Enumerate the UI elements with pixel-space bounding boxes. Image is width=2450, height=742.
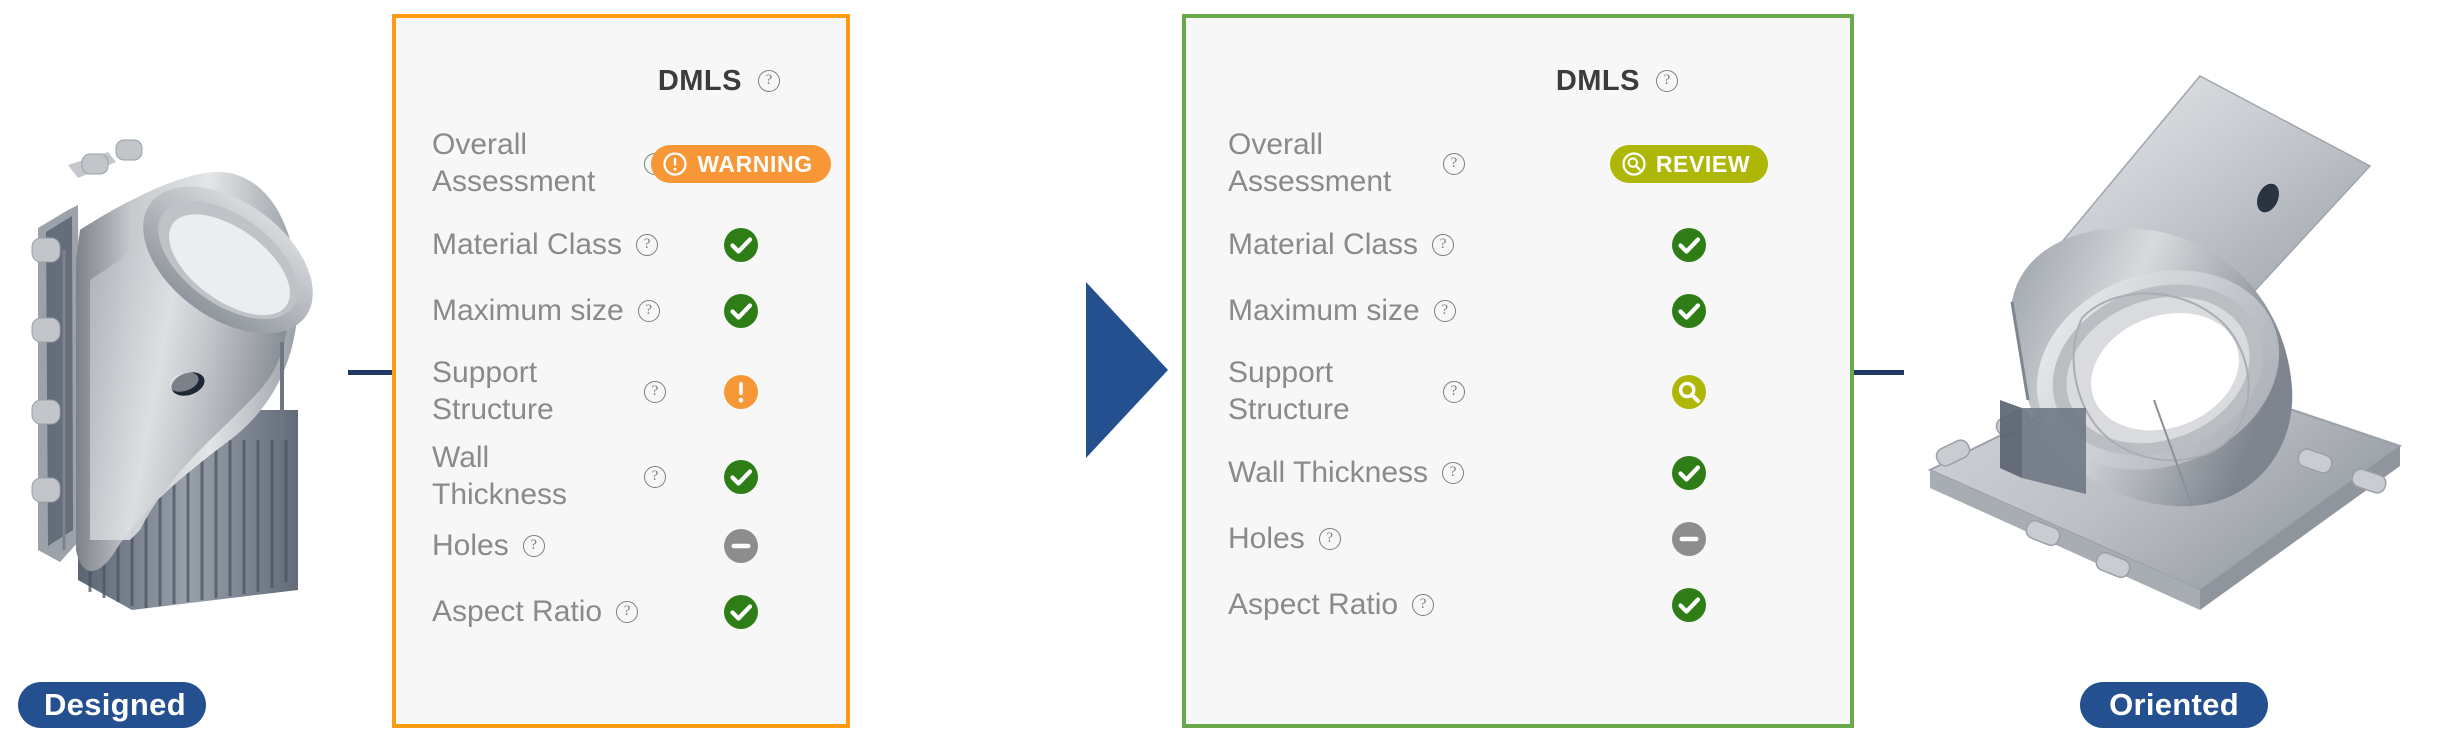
process-name-designed: DMLS: [657, 64, 742, 97]
status-badge-review[interactable]: REVIEW: [1609, 145, 1769, 183]
row-label-support-structure-oriented: Support Structure: [1228, 356, 1350, 426]
row-label-overall-assessment-oriented: Overall Assessment: [1228, 128, 1392, 198]
check-row-support-structure-oriented[interactable]: Support Structure ?: [1228, 344, 1816, 440]
process-name-oriented: DMLS: [1555, 64, 1640, 97]
help-circle-icon-wall-thickness[interactable]: ?: [644, 465, 666, 488]
process-help-icon-designed[interactable]: ?: [758, 70, 780, 92]
row-label-aspect-ratio-oriented: Aspect Ratio: [1228, 587, 1399, 621]
status-badge-review-text: REVIEW: [1655, 150, 1751, 177]
status-cell-maximum-size: [666, 289, 816, 333]
help-circle-icon-maximum-size-oriented[interactable]: ?: [1433, 300, 1456, 322]
panel-header-designed: DMLS ?: [432, 52, 816, 110]
status-badge-warning-text: WARNING: [697, 150, 813, 177]
status-cell-aspect-ratio: [666, 590, 816, 634]
check-row-wall-thickness-oriented[interactable]: Wall Thickness ?: [1228, 440, 1816, 506]
row-label-aspect-ratio: Aspect Ratio: [432, 594, 603, 628]
check-row-support-structure[interactable]: Support Structure ?: [432, 344, 816, 440]
comparison-figure: Designed DMLS ? Overall Assessment ?: [0, 0, 2450, 742]
help-circle-icon-material-class[interactable]: ?: [636, 234, 659, 256]
status-cell-support-structure: [666, 370, 816, 414]
status-cell-aspect-ratio-oriented: [1562, 583, 1816, 627]
row-label-maximum-size-oriented: Maximum size: [1228, 293, 1420, 327]
status-cell-wall-thickness-oriented: [1562, 451, 1816, 495]
designed-part-3d-view[interactable]: [20, 110, 350, 650]
status-cell-support-structure-oriented: [1562, 370, 1816, 414]
exclamation-circle-icon: [724, 375, 758, 409]
magnifier-circle-icon: [1622, 152, 1646, 176]
oriented-part-3d-view[interactable]: [1900, 70, 2430, 630]
process-help-icon-oriented[interactable]: ?: [1656, 70, 1678, 92]
status-cell-holes-oriented: [1562, 517, 1816, 561]
help-circle-icon-support-structure-oriented[interactable]: ?: [1443, 381, 1465, 403]
row-label-overall-assessment: Overall Assessment: [432, 128, 596, 198]
check-row-holes-oriented[interactable]: Holes ?: [1228, 506, 1816, 572]
oriented-label-pill: Oriented: [2080, 682, 2268, 728]
help-circle-icon-holes-oriented[interactable]: ?: [1318, 528, 1341, 550]
row-label-support-structure: Support Structure: [432, 356, 554, 426]
row-label-holes-oriented: Holes: [1228, 521, 1305, 555]
flow-arrow: [1086, 282, 1176, 458]
panel-header-oriented: DMLS ?: [1228, 52, 1816, 110]
check-circle-icon: [1672, 228, 1706, 262]
designed-label-pill: Designed: [18, 682, 206, 728]
row-label-wall-thickness-oriented: Wall Thickness: [1228, 455, 1429, 489]
row-label-material-class-oriented: Material Class: [1228, 227, 1419, 261]
help-circle-icon-aspect-ratio-oriented[interactable]: ?: [1412, 594, 1435, 616]
right-connector-line: [1854, 370, 1904, 375]
check-row-overall-assessment[interactable]: Overall Assessment ? WARNING: [432, 116, 831, 212]
status-cell-holes: [666, 524, 816, 568]
row-label-holes: Holes: [432, 528, 509, 562]
exclamation-circle-icon: [663, 152, 687, 176]
status-cell-overall-assessment: WARNING: [651, 145, 831, 183]
help-circle-icon-support-structure[interactable]: ?: [644, 381, 666, 403]
minus-circle-icon: [724, 529, 758, 564]
row-label-material-class: Material Class: [432, 227, 623, 261]
check-circle-icon: [724, 228, 758, 262]
dmls-report-panel-designed: DMLS ? Overall Assessment ?: [392, 14, 850, 728]
dmls-report-panel-oriented: DMLS ? Overall Assessment ? REVIEW Mater…: [1182, 14, 1854, 728]
check-circle-icon: [1672, 294, 1706, 328]
check-row-aspect-ratio-oriented[interactable]: Aspect Ratio ?: [1228, 572, 1816, 638]
check-row-material-class-oriented[interactable]: Material Class ?: [1228, 212, 1816, 278]
help-circle-icon-holes[interactable]: ?: [522, 535, 545, 558]
check-row-maximum-size[interactable]: Maximum size ?: [432, 278, 816, 344]
row-label-maximum-size: Maximum size: [432, 293, 624, 327]
status-cell-material-class: [666, 223, 816, 267]
status-badge-warning[interactable]: WARNING: [651, 145, 831, 183]
help-circle-icon-aspect-ratio[interactable]: ?: [616, 601, 639, 624]
check-rows-designed: Overall Assessment ? WARNING: [432, 110, 831, 706]
status-cell-material-class-oriented: [1562, 223, 1816, 267]
check-row-maximum-size-oriented[interactable]: Maximum size ?: [1228, 278, 1816, 344]
check-circle-icon: [724, 459, 758, 494]
help-circle-icon-overall-assessment-oriented[interactable]: ?: [1443, 153, 1465, 175]
help-circle-icon-wall-thickness-oriented[interactable]: ?: [1442, 462, 1465, 484]
left-connector-line: [348, 370, 398, 375]
help-circle-icon-maximum-size[interactable]: ?: [637, 300, 660, 322]
3d-part-model-designed-icon: [31, 139, 313, 610]
check-row-wall-thickness[interactable]: Wall Thickness ?: [432, 440, 816, 513]
check-rows-oriented: Overall Assessment ? REVIEW Material Cla…: [1228, 110, 1816, 706]
check-circle-icon: [724, 595, 758, 630]
check-circle-icon: [724, 294, 758, 328]
designed-label-text: Designed: [44, 687, 186, 722]
minus-circle-icon: [1672, 522, 1706, 556]
check-circle-icon: [1672, 588, 1706, 622]
status-cell-maximum-size-oriented: [1562, 289, 1816, 333]
status-cell-wall-thickness: [666, 455, 816, 499]
check-row-overall-assessment-oriented[interactable]: Overall Assessment ? REVIEW: [1228, 116, 1816, 212]
oriented-label-text: Oriented: [2109, 687, 2239, 722]
check-row-material-class[interactable]: Material Class ?: [432, 212, 816, 278]
3d-part-model-oriented-icon: [1927, 75, 2403, 610]
status-cell-overall-assessment-oriented: REVIEW: [1562, 145, 1816, 183]
row-label-wall-thickness: Wall Thickness: [432, 441, 568, 511]
right-triangle-arrow-icon: [1086, 282, 1168, 458]
magnifier-circle-icon: [1672, 375, 1706, 409]
check-row-aspect-ratio[interactable]: Aspect Ratio ?: [432, 579, 816, 645]
help-circle-icon-material-class-oriented[interactable]: ?: [1432, 234, 1455, 256]
check-circle-icon: [1672, 456, 1706, 490]
check-row-holes[interactable]: Holes ?: [432, 513, 816, 579]
